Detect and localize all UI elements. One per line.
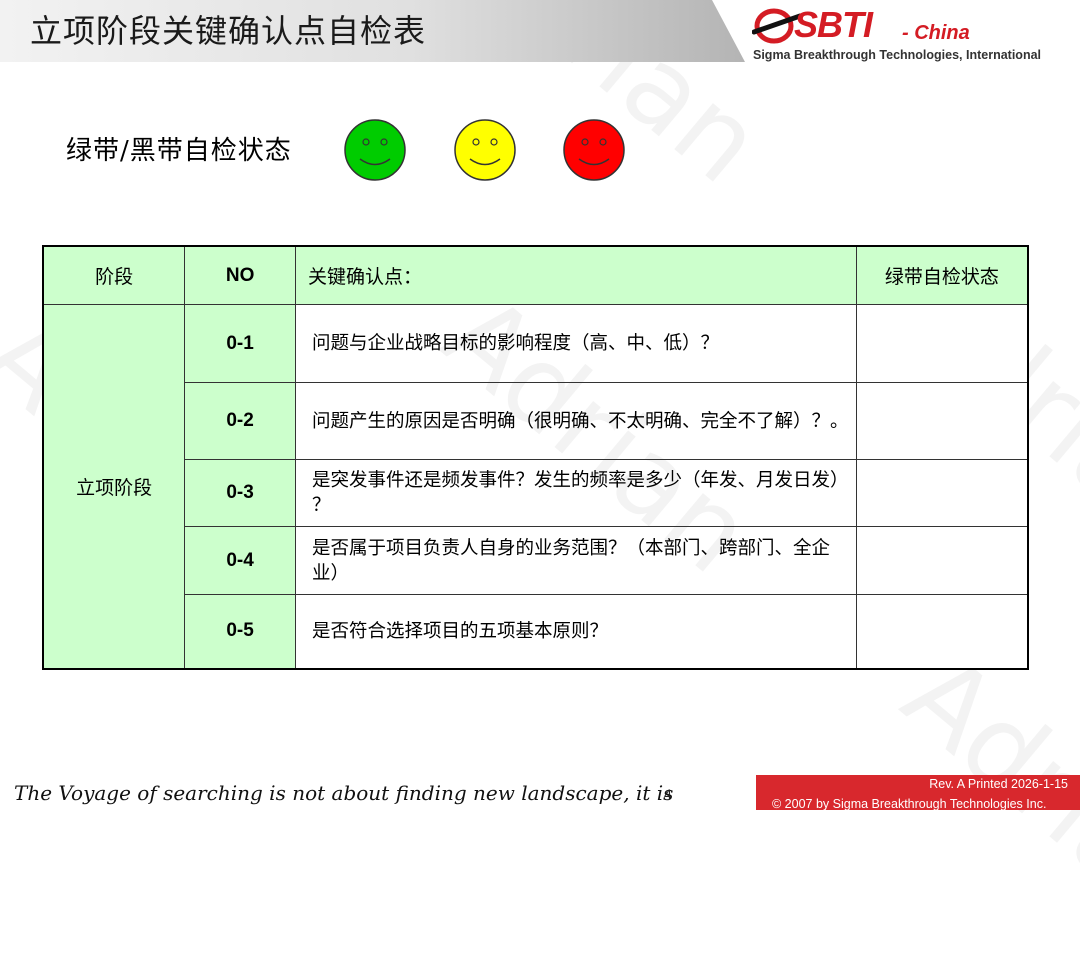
table-row: 0-4 是否属于项目负责人自身的业务范围？（本部门、跨部门、全企业） <box>43 526 1029 595</box>
header-status: 绿带自检状态 <box>855 245 1029 305</box>
table-row: 0-3 是突发事件还是频发事件？发生的频率是多少（年发、月发日发） ？ <box>43 459 1029 527</box>
logo-subtitle: Sigma Breakthrough Technologies, Interna… <box>753 48 1042 62</box>
logo-wordmark: SBTI <box>794 4 873 45</box>
checklist-table: 阶段 NO 关键确认点： 绿带自检状态 立项阶段 0-1 问题与企业战略目标的影… <box>42 245 1029 670</box>
page-number: 4 <box>664 786 672 802</box>
key-point-text: 是否符合选择项目的五项基本原则？ <box>295 594 857 669</box>
table-row: 0-2 问题产生的原因是否明确（很明确、不太明确、完全不了解）？。 <box>43 382 1029 460</box>
status-cell[interactable] <box>855 304 1029 383</box>
key-point-text: 是突发事件还是频发事件？发生的频率是多少（年发、月发日发） ？ <box>295 459 857 527</box>
header-stage: 阶段 <box>42 245 186 305</box>
company-logo: SBTI - China Sigma Breakthrough Technolo… <box>752 4 1072 64</box>
row-number: 0-2 <box>184 382 296 460</box>
footer-info-bar: Rev. A Printed 2026-1-15 © 2007 by Sigma… <box>756 775 1080 811</box>
row-number: 0-5 <box>184 594 296 669</box>
copyright-notice: © 2007 by Sigma Breakthrough Technologie… <box>772 797 1047 811</box>
row-number: 0-1 <box>184 304 296 383</box>
revision-info: Rev. A Printed 2026-1-15 <box>929 777 1068 791</box>
row-number: 0-3 <box>184 459 296 527</box>
header-key-point: 关键确认点： <box>295 245 857 305</box>
smiley-red-icon <box>563 119 625 181</box>
table-row: 0-5 是否符合选择项目的五项基本原则？ <box>43 594 1029 669</box>
smiley-yellow-icon <box>454 119 516 181</box>
stage-cell: 立项阶段 <box>42 304 186 669</box>
status-cell[interactable] <box>855 459 1029 527</box>
key-point-text: 问题产生的原因是否明确（很明确、不太明确、完全不了解）？。 <box>295 382 857 460</box>
table-row: 立项阶段 0-1 问题与企业战略目标的影响程度（高、中、低）？ <box>42 304 1029 669</box>
row-number: 0-4 <box>184 526 296 595</box>
status-legend-label: 绿带/黑带自检状态 <box>66 136 292 166</box>
logo-china: - China <box>902 22 970 44</box>
page-title: 立项阶段关键确认点自检表 <box>30 12 427 50</box>
key-point-text: 是否属于项目负责人自身的业务范围？（本部门、跨部门、全企业） <box>295 526 857 595</box>
status-cell[interactable] <box>855 382 1029 460</box>
header-no: NO <box>184 245 296 305</box>
smiley-green-icon <box>344 119 406 181</box>
key-point-text: 问题与企业战略目标的影响程度（高、中、低）？ <box>295 304 857 383</box>
table-header-row: 阶段 NO 关键确认点： 绿带自检状态 <box>42 245 1029 305</box>
status-cell[interactable] <box>855 594 1029 669</box>
status-cell[interactable] <box>855 526 1029 595</box>
footer-quote: The Voyage of searching is not about fin… <box>14 781 674 805</box>
